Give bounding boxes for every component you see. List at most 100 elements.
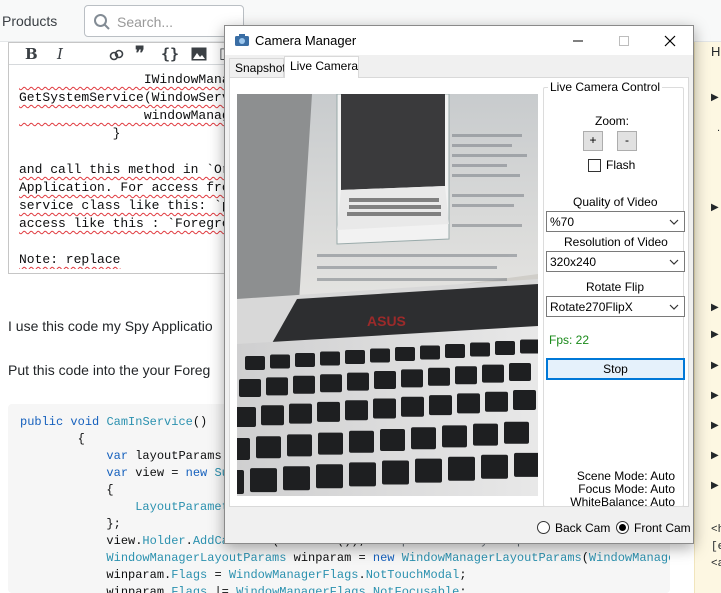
bullet-icon: ▶ — [711, 420, 719, 431]
keyboard-key — [429, 395, 452, 416]
editor-line: GetSystemService(WindowServ — [19, 90, 230, 105]
image-icon[interactable] — [191, 47, 207, 61]
keyboard-key — [373, 398, 396, 419]
link-icon[interactable] — [109, 48, 124, 62]
keyboard-key — [293, 375, 315, 394]
stop-button[interactable]: Stop — [546, 358, 685, 380]
flash-checkbox[interactable] — [588, 159, 601, 172]
bullet-icon: ▶ — [711, 360, 719, 371]
keyboard-key — [504, 421, 529, 444]
window-title: Camera Manager — [255, 33, 357, 48]
zoom-in-button[interactable]: + — [583, 131, 603, 151]
rotate-flip-value: Rotate270FlipX — [550, 300, 633, 314]
keyboard-key — [347, 372, 369, 391]
editor-line: and call this method in `Or — [19, 162, 230, 177]
resolution-value: 320x240 — [550, 255, 597, 269]
radio-selected-dot — [619, 524, 626, 531]
camera-manager-window: Camera Manager Snapshot Live Camera ASUS… — [224, 25, 694, 544]
bullet-icon: ▶ — [711, 202, 719, 213]
close-icon — [664, 35, 676, 47]
back-cam-label: Back Cam — [555, 521, 611, 535]
live-camera-control-group: Live Camera Control Zoom: + - Flash Qual… — [543, 80, 685, 509]
keyboard-key — [237, 470, 244, 494]
keyboard-key — [270, 354, 290, 369]
keyboard-key — [349, 430, 374, 453]
search-placeholder: Search... — [117, 14, 174, 30]
focus-mode-text: Focus Mode: Auto — [578, 482, 675, 496]
camera-feed-image: ASUS — [237, 94, 538, 496]
resolution-label: Resolution of Video — [564, 235, 668, 249]
bold-icon[interactable]: B — [25, 45, 38, 63]
code-icon[interactable]: {} — [161, 45, 179, 63]
tab-snapshot[interactable]: Snapshot — [229, 58, 286, 77]
chevron-down-icon — [669, 304, 679, 310]
chevron-down-icon — [669, 259, 679, 265]
keyboard-key — [316, 464, 343, 489]
keyboard-key — [420, 345, 440, 360]
keyboard-key — [509, 363, 531, 381]
rotate-flip-select[interactable]: Rotate270FlipX — [546, 296, 685, 317]
keyboard-key — [481, 454, 508, 479]
keyboard-key — [457, 393, 480, 414]
keyboard-key — [482, 364, 504, 383]
keyboard-key — [287, 434, 312, 457]
keyboard-key — [374, 371, 396, 389]
keyboard-key — [442, 425, 467, 448]
minimize-button[interactable] — [555, 26, 601, 55]
editor-line: Note: replace — [19, 252, 121, 267]
live-camera-panel: ASUS Live Camera Control Zoom: + - Flash… — [229, 77, 689, 509]
keyboard-key — [289, 403, 312, 424]
back-cam-radio[interactable] — [537, 521, 550, 534]
close-button[interactable] — [647, 26, 693, 55]
sidebar-code-1: <h — [711, 524, 721, 536]
products-link[interactable]: Products — [2, 13, 57, 29]
bullet-icon: ▶ — [711, 92, 719, 103]
keyboard-key — [320, 374, 342, 393]
keyboard-key — [485, 391, 508, 412]
editor-line: IWindowMana — [19, 72, 230, 87]
scene-mode-text: Scene Mode: Auto — [576, 469, 675, 483]
keyboard-key — [349, 462, 376, 487]
answer-paragraph-1: I use this code my Spy Applicatio — [8, 318, 213, 334]
quality-select[interactable]: %70 — [546, 211, 685, 232]
keyboard-key — [237, 407, 256, 427]
keyboard-key — [245, 356, 265, 370]
minimize-icon — [573, 40, 583, 42]
search-icon — [94, 14, 110, 30]
markdown-editor[interactable]: B I ❞ {} ◫ IWindowMana GetSystemService(W… — [8, 42, 240, 274]
italic-icon[interactable]: I — [57, 45, 63, 63]
keyboard-key — [401, 369, 423, 388]
zoom-out-button[interactable]: - — [617, 131, 637, 151]
editor-line: windowManag — [19, 108, 230, 123]
keyboard-key — [237, 438, 250, 460]
keyboard-key — [470, 342, 490, 357]
camera-preview: ASUS — [237, 94, 538, 496]
keyboard-key — [415, 458, 442, 483]
quality-label: Quality of Video — [573, 195, 658, 209]
editor-content[interactable]: IWindowMana GetSystemService(WindowServ w… — [19, 71, 241, 269]
tab-live-camera[interactable]: Live Camera — [284, 56, 359, 78]
search-input[interactable]: Search... — [84, 5, 244, 37]
zoom-label: Zoom: — [595, 114, 630, 128]
resolution-select[interactable]: 320x240 — [546, 251, 685, 272]
keyboard-key — [370, 348, 390, 363]
sidebar-code-3: <a — [711, 558, 721, 570]
keyboard-key — [455, 366, 477, 385]
bullet-icon: ▶ — [711, 390, 719, 401]
keyboard-key — [473, 423, 498, 446]
editor-line: access like this : `Foregro — [19, 216, 230, 231]
keyboard-key — [395, 347, 415, 361]
maximize-button[interactable] — [601, 26, 647, 55]
front-cam-radio[interactable] — [616, 521, 629, 534]
rotate-flip-label: Rotate Flip — [586, 280, 645, 294]
quote-icon[interactable]: ❞ — [135, 43, 145, 64]
keyboard-key — [513, 390, 536, 410]
window-titlebar[interactable]: Camera Manager — [225, 26, 693, 55]
keyboard-key — [317, 401, 340, 422]
keyboard-key — [266, 377, 288, 396]
keyboard-key — [411, 427, 436, 450]
keyboard-key — [495, 341, 515, 355]
answer-paragraph-2: Put this code into the your Foreg — [8, 362, 211, 378]
white-balance-text: WhiteBalance: Auto — [570, 495, 675, 509]
